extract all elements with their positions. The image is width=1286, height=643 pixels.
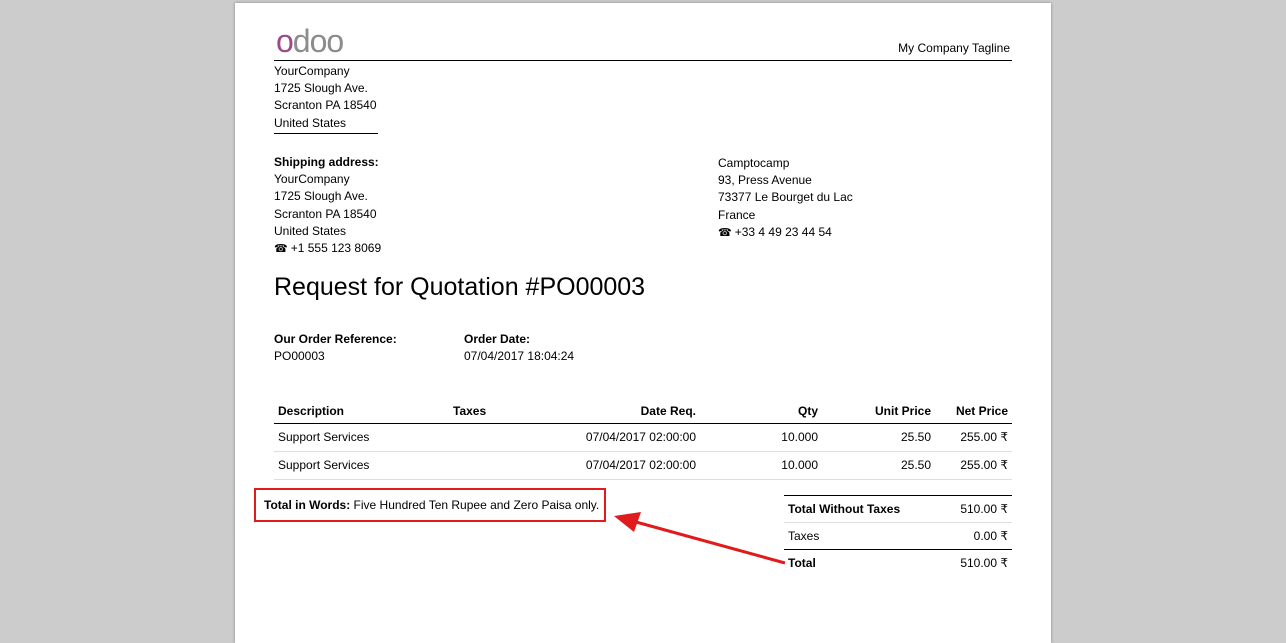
col-unit-price: Unit Price: [822, 401, 935, 424]
subtotal-value: 510.00 ₹: [939, 495, 1012, 523]
table-row: Support Services 07/04/2017 02:00:00 10.…: [274, 451, 1012, 480]
company-street: 1725 Slough Ave.: [274, 81, 368, 96]
taxes-value: 0.00 ₹: [939, 522, 1012, 550]
col-description: Description: [274, 401, 449, 424]
cell-date-req: 07/04/2017 02:00:00: [527, 423, 700, 452]
order-date: Order Date: 07/04/2017 18:04:24: [464, 331, 574, 365]
vendor-phone-line: ☎ +33 4 49 23 44 54: [718, 224, 853, 242]
report-page: odoo My Company Tagline YourCompany 1725…: [235, 3, 1051, 643]
taxes-label: Taxes: [784, 522, 940, 550]
company-city: Scranton PA 18540: [274, 98, 377, 113]
company-country: United States: [274, 115, 378, 134]
col-net-price: Net Price: [935, 401, 1012, 424]
total-in-words-highlight: Total in Words: Five Hundred Ten Rupee a…: [254, 488, 606, 522]
total-label: Total: [788, 556, 816, 570]
cell-qty: 10.000: [700, 423, 822, 452]
order-reference: Our Order Reference: PO00003: [274, 331, 397, 365]
col-date-req: Date Req.: [527, 401, 700, 424]
company-logo: odoo: [276, 23, 344, 59]
shipping-city: Scranton PA 18540: [274, 206, 377, 221]
totals-table: Total Without Taxes 510.00 ₹ Taxes 0.00 …: [784, 495, 1012, 576]
company-tagline: My Company Tagline: [898, 41, 1010, 55]
cell-unit-price: 25.50: [822, 451, 935, 480]
subtotal-row: Total Without Taxes 510.00 ₹: [784, 495, 1012, 523]
shipping-address: Shipping address: YourCompany 1725 Sloug…: [274, 154, 381, 258]
table-row: Support Services 07/04/2017 02:00:00 10.…: [274, 423, 1012, 452]
cell-unit-price: 25.50: [822, 423, 935, 452]
cell-description: Support Services: [274, 451, 449, 480]
total-value: 510.00 ₹: [960, 556, 1008, 570]
company-address: YourCompany 1725 Slough Ave. Scranton PA…: [274, 63, 378, 134]
shipping-street: 1725 Slough Ave.: [274, 189, 368, 204]
shipping-phone-line: ☎ +1 555 123 8069: [274, 240, 381, 258]
order-reference-value: PO00003: [274, 349, 325, 363]
cell-taxes: [449, 423, 527, 452]
col-taxes: Taxes: [449, 401, 527, 424]
phone-icon: ☎: [274, 243, 288, 256]
cell-date-req: 07/04/2017 02:00:00: [527, 451, 700, 480]
col-qty: Qty: [700, 401, 822, 424]
total-in-words-label: Total in Words:: [264, 498, 351, 512]
shipping-label: Shipping address:: [274, 155, 379, 169]
vendor-name: Camptocamp: [718, 156, 790, 170]
order-lines-table: Description Taxes Date Req. Qty Unit Pri…: [274, 401, 1012, 480]
order-date-label: Order Date:: [464, 332, 531, 346]
vendor-country: France: [718, 207, 756, 222]
phone-icon: ☎: [718, 226, 732, 239]
document-title: Request for Quotation #PO00003: [274, 273, 646, 301]
total-row: Total 510.00 ₹: [784, 550, 1012, 577]
header-divider: [274, 60, 1012, 61]
taxes-row: Taxes 0.00 ₹: [784, 522, 1012, 550]
vendor-street: 93, Press Avenue: [718, 173, 812, 188]
total-in-words-value: Five Hundred Ten Rupee and Zero Paisa on…: [350, 498, 600, 512]
cell-qty: 10.000: [700, 451, 822, 480]
company-name: YourCompany: [274, 64, 350, 78]
vendor-phone: +33 4 49 23 44 54: [734, 224, 832, 239]
table-header-row: Description Taxes Date Req. Qty Unit Pri…: [274, 401, 1012, 424]
cell-net-price: 255.00 ₹: [935, 451, 1012, 480]
vendor-address: Camptocamp 93, Press Avenue 73377 Le Bou…: [718, 155, 853, 242]
shipping-name: YourCompany: [274, 172, 350, 187]
cell-taxes: [449, 451, 527, 480]
cell-description: Support Services: [274, 423, 449, 452]
order-reference-label: Our Order Reference:: [274, 332, 397, 346]
shipping-phone: +1 555 123 8069: [290, 241, 382, 256]
shipping-country: United States: [274, 223, 347, 238]
vendor-city: 73377 Le Bourget du Lac: [718, 190, 853, 205]
subtotal-label: Total Without Taxes: [784, 495, 940, 523]
order-date-value: 07/04/2017 18:04:24: [464, 349, 575, 363]
cell-net-price: 255.00 ₹: [935, 423, 1012, 452]
